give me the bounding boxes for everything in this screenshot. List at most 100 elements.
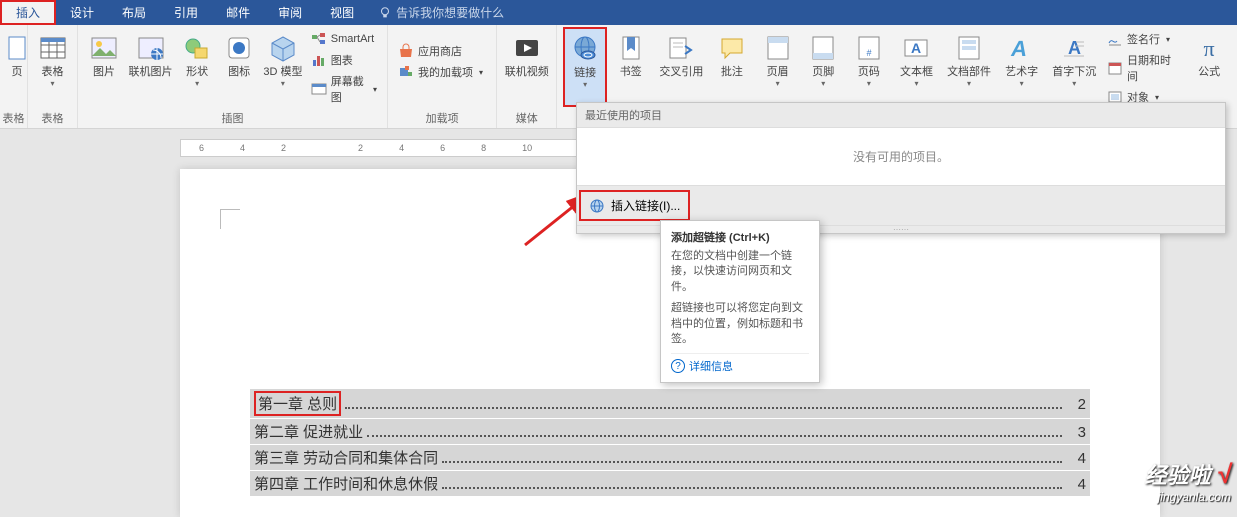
tooltip-p2: 超链接也可以将您定向到文档中的位置，例如标题和书签。 bbox=[671, 301, 809, 347]
model3d-button[interactable]: 3D 模型 ▾ bbox=[261, 27, 305, 107]
toc-line[interactable]: 第一章 总则 2 bbox=[250, 389, 1090, 418]
dropcap-button[interactable]: A 首字下沉 ▾ bbox=[1047, 27, 1101, 107]
toc-line[interactable]: 第二章 促进就业 3 bbox=[250, 419, 1090, 444]
screenshot-button[interactable]: 屏幕截图▾ bbox=[307, 71, 381, 107]
sigline-label: 签名行 bbox=[1127, 31, 1160, 47]
ruler-mark: 2 bbox=[281, 143, 286, 153]
tab-view[interactable]: 视图 bbox=[316, 0, 368, 25]
svg-text:A: A bbox=[1068, 38, 1081, 58]
toc-title: 第二章 促进就业 bbox=[254, 421, 363, 442]
comment-button[interactable]: 批注 bbox=[710, 27, 754, 107]
toc-title: 第一章 总则 bbox=[254, 391, 341, 416]
pagenum-button[interactable]: # 页码 ▾ bbox=[847, 27, 891, 107]
link-button[interactable]: 链接 ▾ bbox=[563, 27, 607, 107]
watermark-brand: 经验啦 bbox=[1145, 463, 1211, 488]
online-picture-button[interactable]: 联机图片 bbox=[126, 27, 175, 107]
picture-label: 图片 bbox=[93, 66, 115, 79]
shapes-button[interactable]: 形状 ▾ bbox=[177, 27, 217, 107]
footer-icon bbox=[807, 32, 839, 64]
icons-label: 图标 bbox=[228, 66, 250, 79]
table-label: 表格 bbox=[42, 66, 64, 79]
footer-label: 页脚 bbox=[812, 66, 834, 79]
page-button[interactable]: 页 bbox=[6, 27, 28, 107]
caret-icon: ▾ bbox=[867, 79, 871, 88]
model3d-icon bbox=[267, 32, 299, 64]
crossref-icon bbox=[665, 32, 697, 64]
caret-icon: ▾ bbox=[776, 79, 780, 88]
caret-icon: ▾ bbox=[1166, 35, 1170, 44]
smartart-label: SmartArt bbox=[331, 33, 374, 45]
caret-icon: ▾ bbox=[583, 80, 587, 89]
equation-button[interactable]: π 公式 bbox=[1187, 27, 1231, 107]
textbox-button[interactable]: A 文本框 ▾ bbox=[893, 27, 941, 107]
caret-icon: ▾ bbox=[914, 79, 918, 88]
tab-bar: 插入 设计 布局 引用 邮件 审阅 视图 告诉我你想要做什么 bbox=[0, 0, 1237, 25]
store-button[interactable]: 应用商店 bbox=[394, 41, 487, 61]
footer-button[interactable]: 页脚 ▾ bbox=[801, 27, 845, 107]
caret-icon: ▾ bbox=[967, 79, 971, 88]
dropcap-icon: A bbox=[1058, 32, 1090, 64]
ruler-mark: 4 bbox=[399, 143, 404, 153]
group-label-table2: 表格 bbox=[28, 110, 77, 126]
shapes-icon bbox=[181, 32, 213, 64]
wordart-button[interactable]: A 艺术字 ▾ bbox=[998, 27, 1046, 107]
caret-icon: ▾ bbox=[479, 68, 483, 77]
smartart-button[interactable]: SmartArt bbox=[307, 29, 381, 49]
datetime-icon bbox=[1107, 60, 1123, 76]
header-label: 页眉 bbox=[767, 66, 789, 79]
info-icon: ? bbox=[671, 359, 685, 373]
tab-review[interactable]: 审阅 bbox=[264, 0, 316, 25]
group-label-illus: 插图 bbox=[78, 110, 387, 126]
link-dropdown: 最近使用的项目 没有可用的项目。 插入链接(I)... ⋯⋯ bbox=[576, 102, 1226, 234]
toc-leader bbox=[442, 487, 1062, 489]
caret-icon: ▾ bbox=[195, 79, 199, 88]
sigline-button[interactable]: 签名行 ▾ bbox=[1103, 29, 1185, 49]
tooltip-title: 添加超链接 (Ctrl+K) bbox=[671, 229, 809, 245]
toc-line[interactable]: 第四章 工作时间和休息休假 4 bbox=[250, 471, 1090, 496]
tab-mail[interactable]: 邮件 bbox=[212, 0, 264, 25]
icons-button[interactable]: 图标 bbox=[219, 27, 259, 107]
watermark-url: jingyanla.com bbox=[1145, 490, 1231, 504]
insert-link-item[interactable]: 插入链接(I)... bbox=[579, 190, 690, 221]
screenshot-label: 屏幕截图 bbox=[331, 73, 367, 105]
header-icon bbox=[762, 32, 794, 64]
tell-me[interactable]: 告诉我你想要做什么 bbox=[368, 0, 514, 25]
crossref-button[interactable]: 交叉引用 bbox=[655, 27, 709, 107]
sigline-icon bbox=[1107, 31, 1123, 47]
tooltip-p1: 在您的文档中创建一个链接，以快速访问网页和文件。 bbox=[671, 249, 809, 295]
store-icon bbox=[398, 43, 414, 59]
tooltip-more[interactable]: ? 详细信息 bbox=[671, 353, 809, 374]
picture-icon bbox=[88, 32, 120, 64]
tab-references[interactable]: 引用 bbox=[160, 0, 212, 25]
toc-page: 2 bbox=[1066, 396, 1086, 413]
datetime-button[interactable]: 日期和时间 bbox=[1103, 50, 1185, 86]
video-icon bbox=[511, 32, 543, 64]
caret-icon: ▾ bbox=[1020, 79, 1024, 88]
picture-button[interactable]: 图片 bbox=[84, 27, 124, 107]
store-label: 应用商店 bbox=[418, 43, 462, 59]
myaddins-button[interactable]: 我的加载项▾ bbox=[394, 62, 487, 82]
margin-corner bbox=[220, 209, 240, 229]
screenshot-icon bbox=[311, 81, 327, 97]
svg-text:#: # bbox=[866, 48, 871, 58]
toc-page: 3 bbox=[1066, 424, 1086, 441]
toc-page: 4 bbox=[1066, 476, 1086, 493]
tab-layout[interactable]: 布局 bbox=[108, 0, 160, 25]
table-button[interactable]: 表格 ▾ bbox=[34, 27, 71, 107]
quickparts-button[interactable]: 文档部件 ▾ bbox=[942, 27, 996, 107]
insert-link-label: 插入链接(I)... bbox=[611, 197, 680, 214]
toc-leader bbox=[442, 461, 1062, 463]
table-of-contents: 第一章 总则 2 第二章 促进就业 3 第三章 劳动合同和集体合同 4 第四章 … bbox=[250, 389, 1090, 496]
equation-icon: π bbox=[1193, 32, 1225, 64]
bookmark-button[interactable]: 书签 bbox=[609, 27, 653, 107]
ruler-mark: 2 bbox=[358, 143, 363, 153]
globe-link-icon bbox=[589, 198, 605, 214]
tab-insert[interactable]: 插入 bbox=[0, 0, 56, 25]
wordart-icon: A bbox=[1006, 32, 1038, 64]
toc-line[interactable]: 第三章 劳动合同和集体合同 4 bbox=[250, 445, 1090, 470]
tab-design[interactable]: 设计 bbox=[56, 0, 108, 25]
online-video-button[interactable]: 联机视频 bbox=[503, 27, 550, 107]
caret-icon: ▾ bbox=[821, 79, 825, 88]
header-button[interactable]: 页眉 ▾ bbox=[756, 27, 800, 107]
chart-button[interactable]: 图表 bbox=[307, 50, 381, 70]
